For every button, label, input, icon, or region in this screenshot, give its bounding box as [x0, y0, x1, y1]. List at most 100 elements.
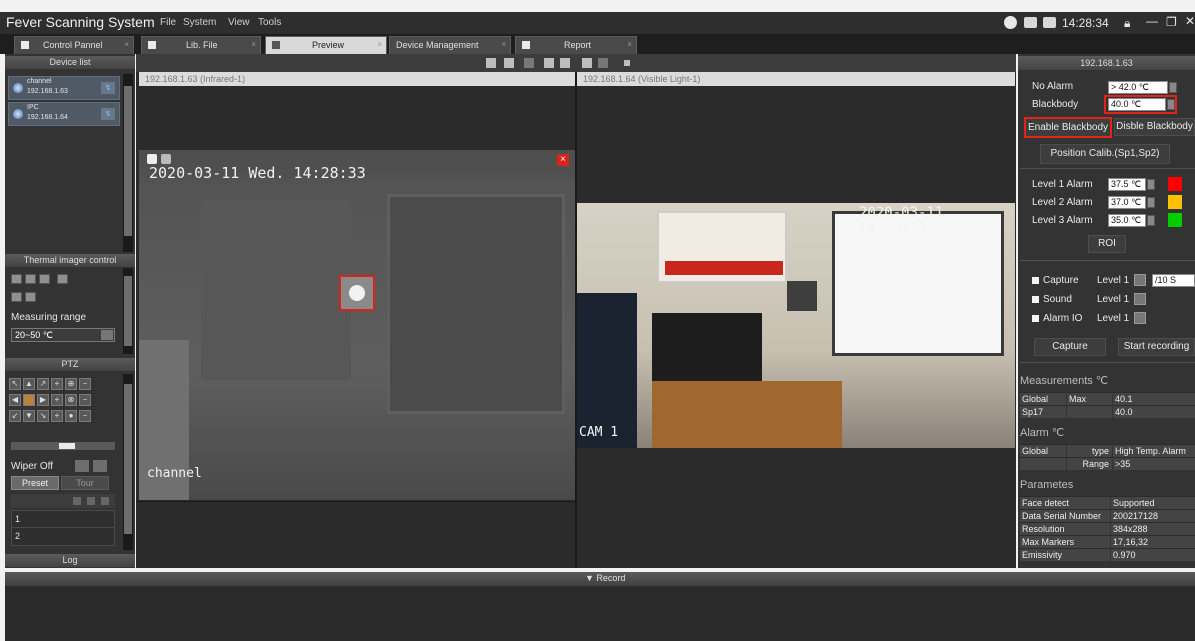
monitor-icon[interactable]: [1043, 17, 1056, 28]
record-bar[interactable]: ▼ Record: [5, 572, 1195, 586]
record-label[interactable]: ▼ Record: [585, 573, 625, 583]
level-1-field[interactable]: 37.5 ℃: [1108, 178, 1146, 191]
ptz-speed-slider[interactable]: [11, 442, 115, 450]
sound-level[interactable]: Level 1: [1097, 294, 1129, 305]
thermal-scrollbar[interactable]: [123, 268, 133, 354]
ptz-down-icon[interactable]: ▼: [23, 410, 35, 422]
ptz-center-icon[interactable]: [23, 394, 35, 406]
device-item-ipc[interactable]: IPC 192.168.1.64 ↯: [8, 102, 120, 126]
sound-checkbox[interactable]: [1032, 296, 1039, 303]
save-icon[interactable]: [87, 497, 95, 505]
record-icon[interactable]: [147, 154, 157, 164]
snapshot-icon[interactable]: [161, 154, 171, 164]
menu-system[interactable]: System: [183, 17, 216, 28]
focus-icon[interactable]: ⊗: [65, 394, 77, 406]
ptz-right-icon[interactable]: ▶: [37, 394, 49, 406]
no-alarm-spinner[interactable]: [1169, 82, 1177, 93]
connect-icon[interactable]: ↯: [101, 82, 115, 94]
screen-icon[interactable]: [1024, 17, 1037, 28]
fullscreen-icon[interactable]: [598, 58, 608, 68]
capture-checkbox[interactable]: [1032, 277, 1039, 284]
ptz-up-left-icon[interactable]: ↖: [9, 378, 21, 390]
chevron-down-icon[interactable]: [1134, 293, 1146, 305]
ptz-down-left-icon[interactable]: ↙: [9, 410, 21, 422]
thermal-btn-5[interactable]: [11, 292, 22, 302]
capture-button[interactable]: Capture: [1034, 338, 1106, 356]
minimize-icon[interactable]: —: [1146, 14, 1158, 28]
ptz-scrollbar[interactable]: [123, 374, 133, 550]
help-icon[interactable]: [1004, 16, 1017, 29]
menu-file[interactable]: File: [160, 17, 176, 28]
focus-in-icon[interactable]: +: [51, 394, 63, 406]
capture-interval-field[interactable]: /10 S: [1152, 274, 1195, 287]
tab-close-icon[interactable]: ×: [251, 40, 256, 49]
layout-icon[interactable]: [582, 58, 592, 68]
scrollbar-thumb[interactable]: [124, 276, 132, 346]
tour-tab[interactable]: Tour: [61, 476, 109, 490]
scrollbar-thumb[interactable]: [124, 384, 132, 534]
wiper-dropdown-icon[interactable]: [75, 460, 89, 472]
level-2-field[interactable]: 37.0 ℃: [1108, 196, 1146, 209]
tab-device-management[interactable]: Device Management ×: [389, 36, 511, 54]
menu-tools[interactable]: Tools: [258, 17, 281, 28]
blackbody-spinner[interactable]: [1167, 99, 1175, 110]
blackbody-field[interactable]: 40.0 ℃: [1108, 98, 1166, 111]
pointer-icon[interactable]: [486, 58, 496, 68]
close-icon[interactable]: ✕: [1185, 14, 1195, 28]
slider-thumb[interactable]: [59, 443, 75, 449]
ptz-up-icon[interactable]: ▲: [23, 378, 35, 390]
enable-blackbody-button[interactable]: Enable Blackbody: [1024, 117, 1112, 138]
thermal-btn-3[interactable]: [39, 274, 50, 284]
thermal-btn-4[interactable]: [57, 274, 68, 284]
level-1-color[interactable]: [1168, 177, 1182, 191]
preset-row[interactable]: 1: [15, 514, 20, 524]
device-item-channel[interactable]: channel 192.168.1.63 ↯: [8, 76, 120, 100]
roi-button[interactable]: ROI: [1088, 235, 1126, 253]
device-list-scrollbar[interactable]: [123, 74, 133, 252]
tab-close-icon[interactable]: ×: [501, 40, 506, 49]
position-calib-button[interactable]: Position Calib.(Sp1,Sp2): [1040, 144, 1170, 164]
disable-blackbody-button[interactable]: Disble Blackbody: [1114, 118, 1195, 136]
level-3-field[interactable]: 35.0 ℃: [1108, 214, 1146, 227]
connect-icon[interactable]: ↯: [101, 108, 115, 120]
wiper-play-icon[interactable]: [93, 460, 107, 472]
rect-icon[interactable]: [524, 58, 534, 68]
ptz-down-right-icon[interactable]: ↘: [37, 410, 49, 422]
dot-icon[interactable]: [624, 60, 630, 66]
scrollbar-thumb[interactable]: [124, 86, 132, 236]
zoom-in-icon[interactable]: +: [51, 378, 63, 390]
spot-icon[interactable]: [544, 58, 554, 68]
tab-close-icon[interactable]: ×: [627, 40, 632, 49]
play-icon[interactable]: [73, 497, 81, 505]
lock-icon[interactable]: 🔒︎: [1124, 16, 1130, 31]
tab-report[interactable]: Report ×: [515, 36, 637, 54]
chevron-down-icon[interactable]: [101, 330, 113, 340]
zoom-out-icon[interactable]: −: [79, 378, 91, 390]
thermal-btn-1[interactable]: [11, 274, 22, 284]
infrared-video[interactable]: 2020-03-11 Wed. 14:28:33 channel ×: [139, 150, 575, 500]
focus-out-icon[interactable]: −: [79, 394, 91, 406]
level-3-spinner[interactable]: [1147, 215, 1155, 226]
chevron-down-icon[interactable]: [1134, 312, 1146, 324]
tab-preview[interactable]: Preview ×: [265, 36, 387, 54]
restore-icon[interactable]: ❐: [1166, 15, 1177, 29]
iris-open-icon[interactable]: +: [51, 410, 63, 422]
iris-close-icon[interactable]: −: [79, 410, 91, 422]
ptz-up-right-icon[interactable]: ↗: [37, 378, 49, 390]
capture-level[interactable]: Level 1: [1097, 275, 1129, 286]
tab-control-pannel[interactable]: Control Pannel ×: [14, 36, 134, 54]
level-2-color[interactable]: [1168, 195, 1182, 209]
visible-light-video[interactable]: 2020-03-11 14:28:33 CAM 1: [577, 203, 1015, 448]
menu-view[interactable]: View: [228, 17, 250, 28]
ptz-left-icon[interactable]: ◀: [9, 394, 21, 406]
alarm-io-checkbox[interactable]: [1032, 315, 1039, 322]
level-3-color[interactable]: [1168, 213, 1182, 227]
thermal-btn-6[interactable]: [25, 292, 36, 302]
crosshair-icon[interactable]: [504, 58, 514, 68]
close-icon[interactable]: ×: [557, 154, 569, 166]
tab-close-icon[interactable]: ×: [377, 40, 382, 49]
preset-tab[interactable]: Preset: [11, 476, 59, 490]
level-2-spinner[interactable]: [1147, 197, 1155, 208]
zoom-icon[interactable]: ⊕: [65, 378, 77, 390]
preset-row[interactable]: 2: [15, 531, 20, 541]
